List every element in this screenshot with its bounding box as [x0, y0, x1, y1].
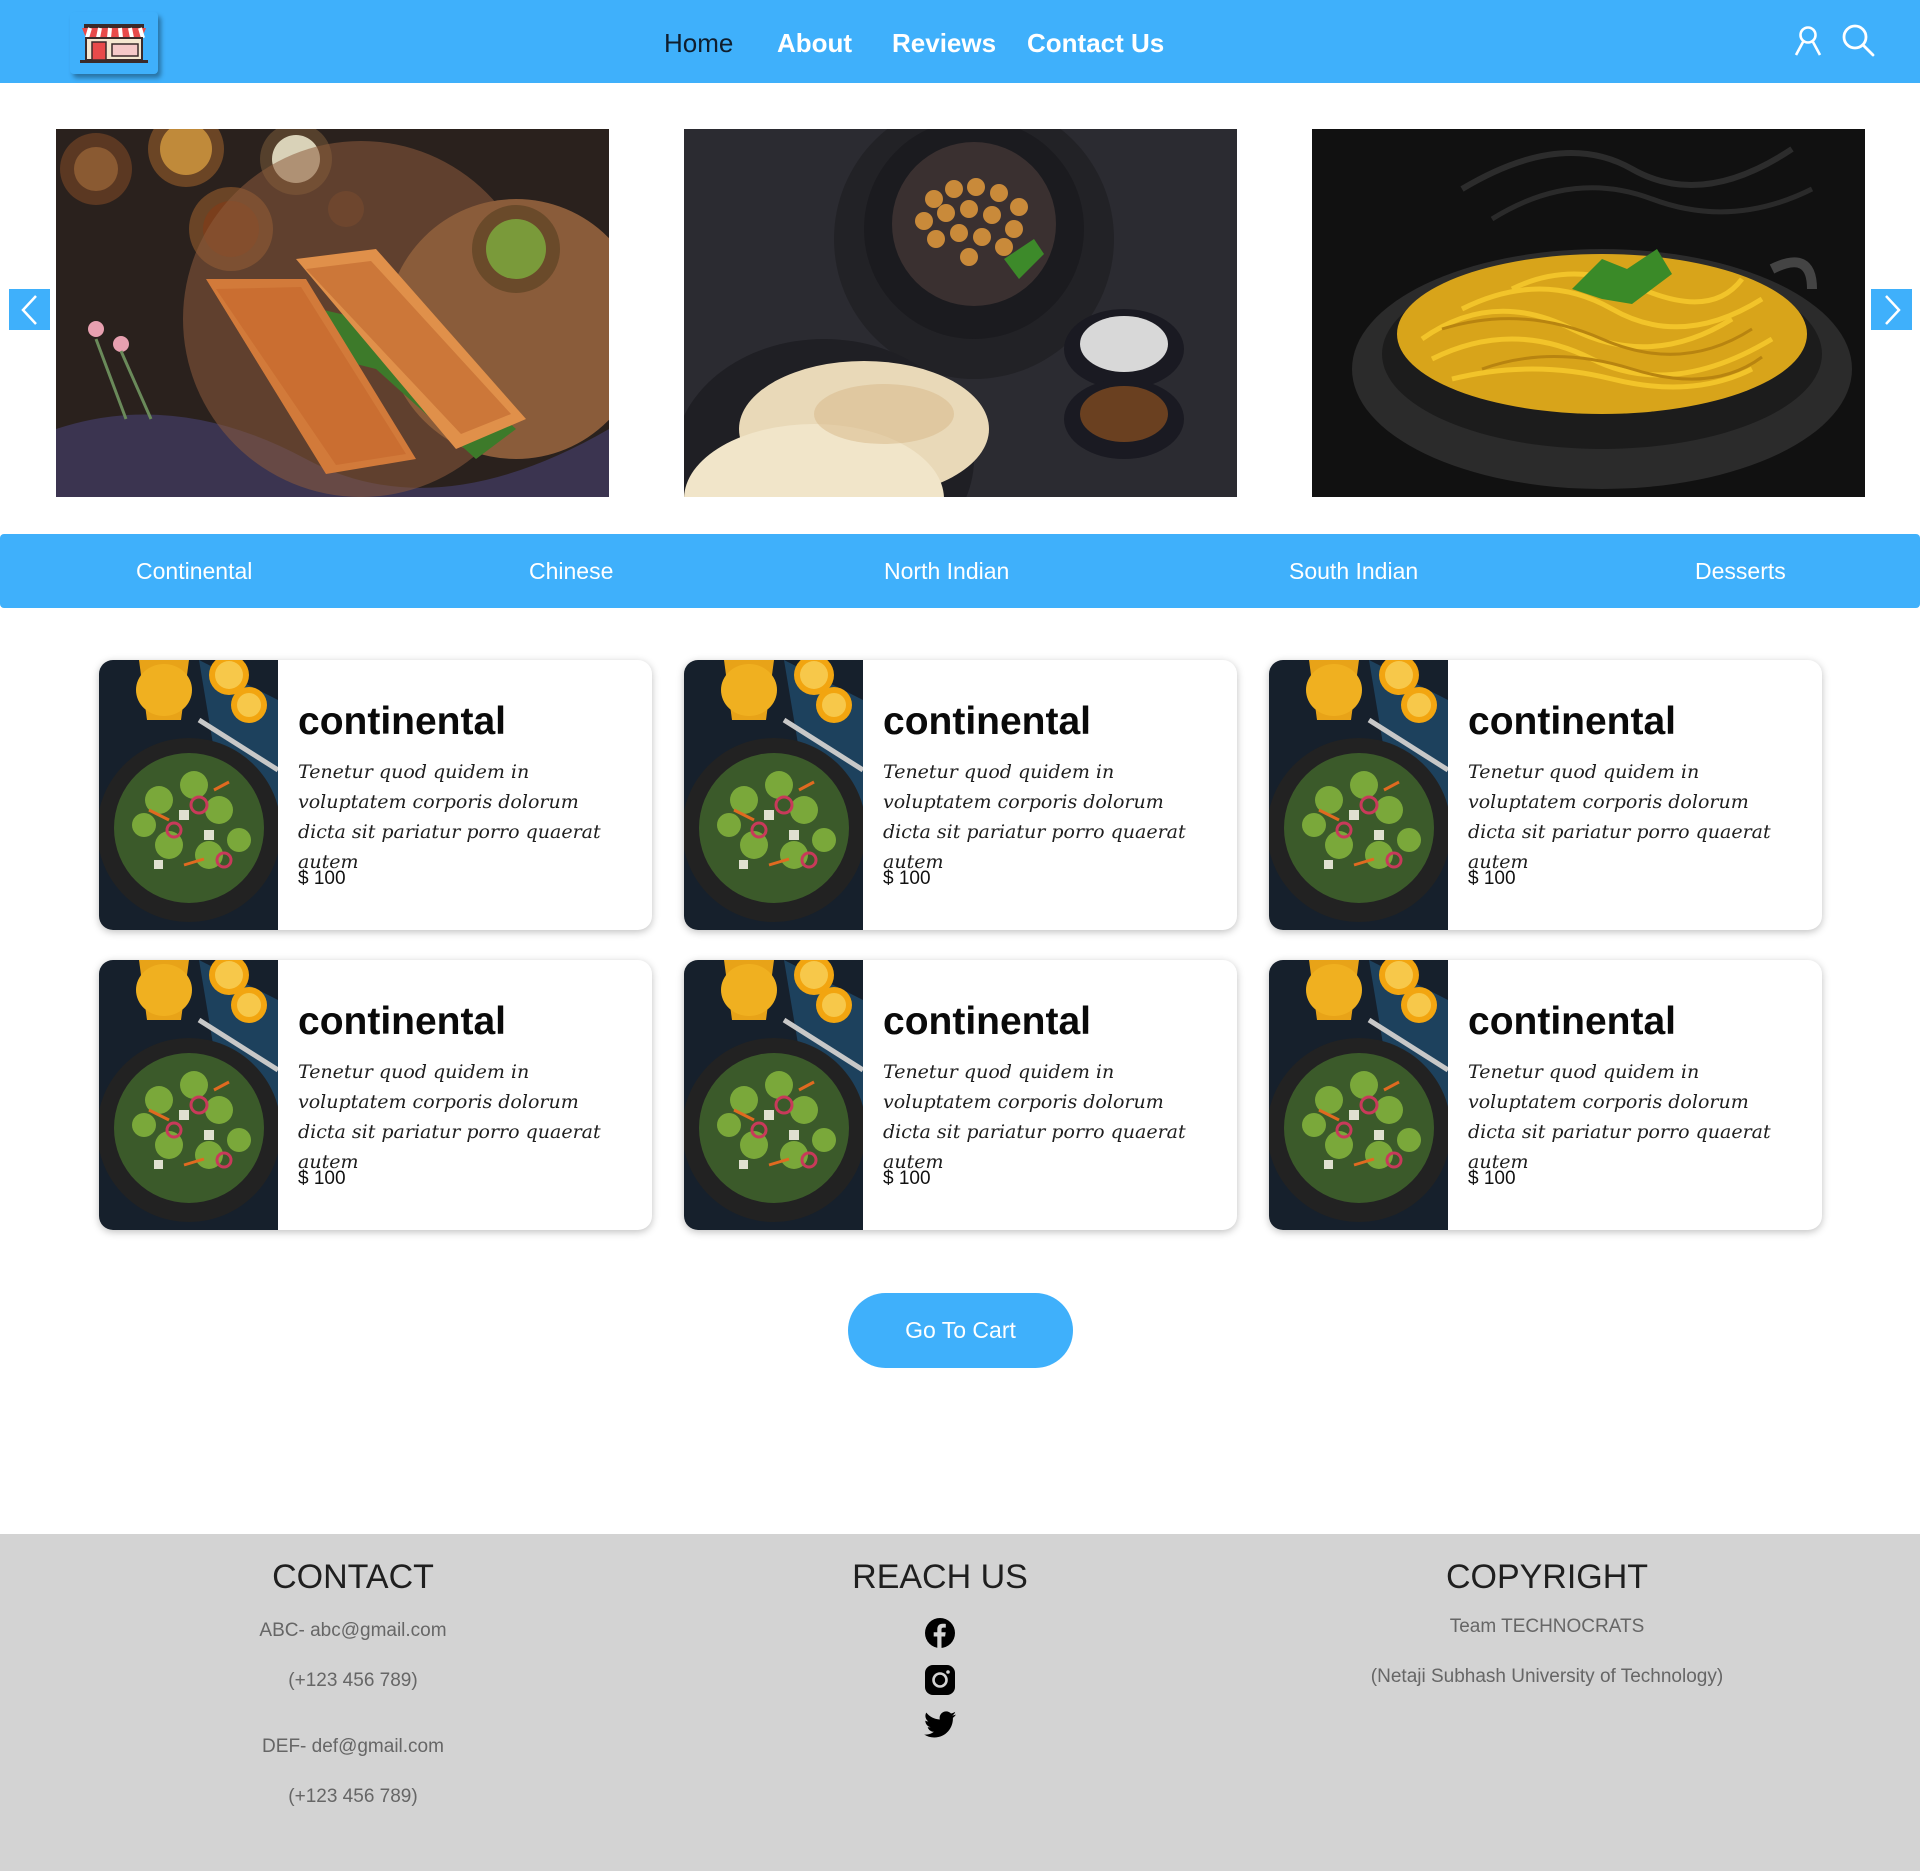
card-description: Tenetur quod quidem in voluptatem corpor…	[1468, 761, 1771, 873]
salad-photo	[684, 960, 863, 1230]
card-price: $ 100	[298, 868, 346, 889]
card-price: $ 100	[1468, 1168, 1516, 1189]
search-icon[interactable]	[1841, 23, 1875, 62]
noodles-photo	[1312, 129, 1865, 497]
card-description: Tenetur quod quidem in voluptatem corpor…	[298, 1061, 601, 1173]
footer-contact-heading: CONTACT	[272, 1558, 434, 1596]
footer-copyright: COPYRIGHT Team TECHNOCRATS (Netaji Subha…	[1297, 1534, 1797, 1690]
category-chinese[interactable]: Chinese	[529, 556, 613, 586]
footer-email-abc[interactable]: ABC- abc@gmail.com	[203, 1618, 503, 1644]
category-bar: Continental Chinese North Indian South I…	[0, 534, 1920, 608]
footer-team-name: Team TECHNOCRATS	[1449, 1616, 1645, 1637]
card-title: continental	[298, 1000, 507, 1043]
carousel-next-button[interactable]	[1871, 289, 1912, 330]
product-card[interactable]: continental Tenetur quod quidem in volup…	[1269, 960, 1822, 1230]
twitter-icon[interactable]	[923, 1711, 957, 1741]
card-title: continental	[883, 700, 1092, 743]
facebook-icon[interactable]	[924, 1617, 956, 1649]
footer-contact: CONTACT ABC- abc@gmail.com (+123 456 789…	[203, 1534, 503, 1810]
card-description: Tenetur quod quidem in voluptatem corpor…	[883, 1061, 1186, 1173]
salad-photo	[684, 660, 863, 930]
product-card[interactable]: continental Tenetur quod quidem in volup…	[1269, 660, 1822, 930]
card-title: continental	[298, 700, 507, 743]
category-desserts[interactable]: Desserts	[1695, 556, 1786, 586]
carousel-slide-noodles[interactable]	[1312, 129, 1865, 497]
card-price: $ 100	[1468, 868, 1516, 889]
user-icon[interactable]	[1793, 25, 1823, 62]
instagram-icon[interactable]	[924, 1664, 956, 1696]
footer-university: (Netaji Subhash University of Technology…	[1370, 1666, 1724, 1687]
card-price: $ 100	[298, 1168, 346, 1189]
footer-copyright-heading: COPYRIGHT	[1445, 1558, 1649, 1596]
category-continental[interactable]: Continental	[136, 556, 252, 586]
card-title: continental	[883, 1000, 1092, 1043]
chevron-right-icon	[1884, 294, 1901, 325]
card-price: $ 100	[883, 868, 931, 889]
nav-link-contact-us[interactable]: Contact Us	[1027, 26, 1164, 60]
footer-email-def[interactable]: DEF- def@gmail.com	[203, 1734, 503, 1760]
card-description: Tenetur quod quidem in voluptatem corpor…	[1468, 1061, 1771, 1173]
carousel-slide-dosa[interactable]	[56, 129, 609, 497]
dosa-photo	[56, 129, 609, 497]
nav-link-reviews[interactable]: Reviews	[892, 26, 996, 60]
footer-phone-1: (+123 456 789)	[288, 1670, 418, 1691]
footer-phone-2: (+123 456 789)	[288, 1786, 418, 1807]
salad-photo	[1269, 960, 1448, 1230]
card-description: Tenetur quod quidem in voluptatem corpor…	[883, 761, 1186, 873]
card-title: continental	[1468, 700, 1677, 743]
product-card[interactable]: continental Tenetur quod quidem in volup…	[99, 660, 652, 930]
site-footer: CONTACT ABC- abc@gmail.com (+123 456 789…	[0, 1534, 1920, 1871]
nav-link-about[interactable]: About	[777, 26, 852, 60]
category-north-indian[interactable]: North Indian	[884, 556, 1009, 586]
salad-photo	[1269, 660, 1448, 930]
main-nav: Home About Reviews Contact Us	[0, 0, 1920, 83]
salad-photo	[99, 960, 278, 1230]
nav-link-home[interactable]: Home	[664, 26, 733, 60]
carousel-slide-chole[interactable]	[684, 129, 1237, 497]
card-title: continental	[1468, 1000, 1677, 1043]
go-to-cart-button[interactable]: Go To Cart	[848, 1293, 1073, 1368]
footer-reach-heading: REACH US	[852, 1558, 1028, 1596]
product-card[interactable]: continental Tenetur quod quidem in volup…	[99, 960, 652, 1230]
product-card[interactable]: continental Tenetur quod quidem in volup…	[684, 660, 1237, 930]
footer-reach-us: REACH US	[790, 1534, 1090, 1741]
card-price: $ 100	[883, 1168, 931, 1189]
carousel-prev-button[interactable]	[9, 289, 50, 330]
chevron-left-icon	[20, 294, 37, 325]
category-south-indian[interactable]: South Indian	[1289, 556, 1418, 586]
card-description: Tenetur quod quidem in voluptatem corpor…	[298, 761, 601, 873]
top-navbar: Home About Reviews Contact Us	[0, 0, 1920, 83]
chole-bhature-photo	[684, 129, 1237, 497]
salad-photo	[99, 660, 278, 930]
product-card[interactable]: continental Tenetur quod quidem in volup…	[684, 960, 1237, 1230]
